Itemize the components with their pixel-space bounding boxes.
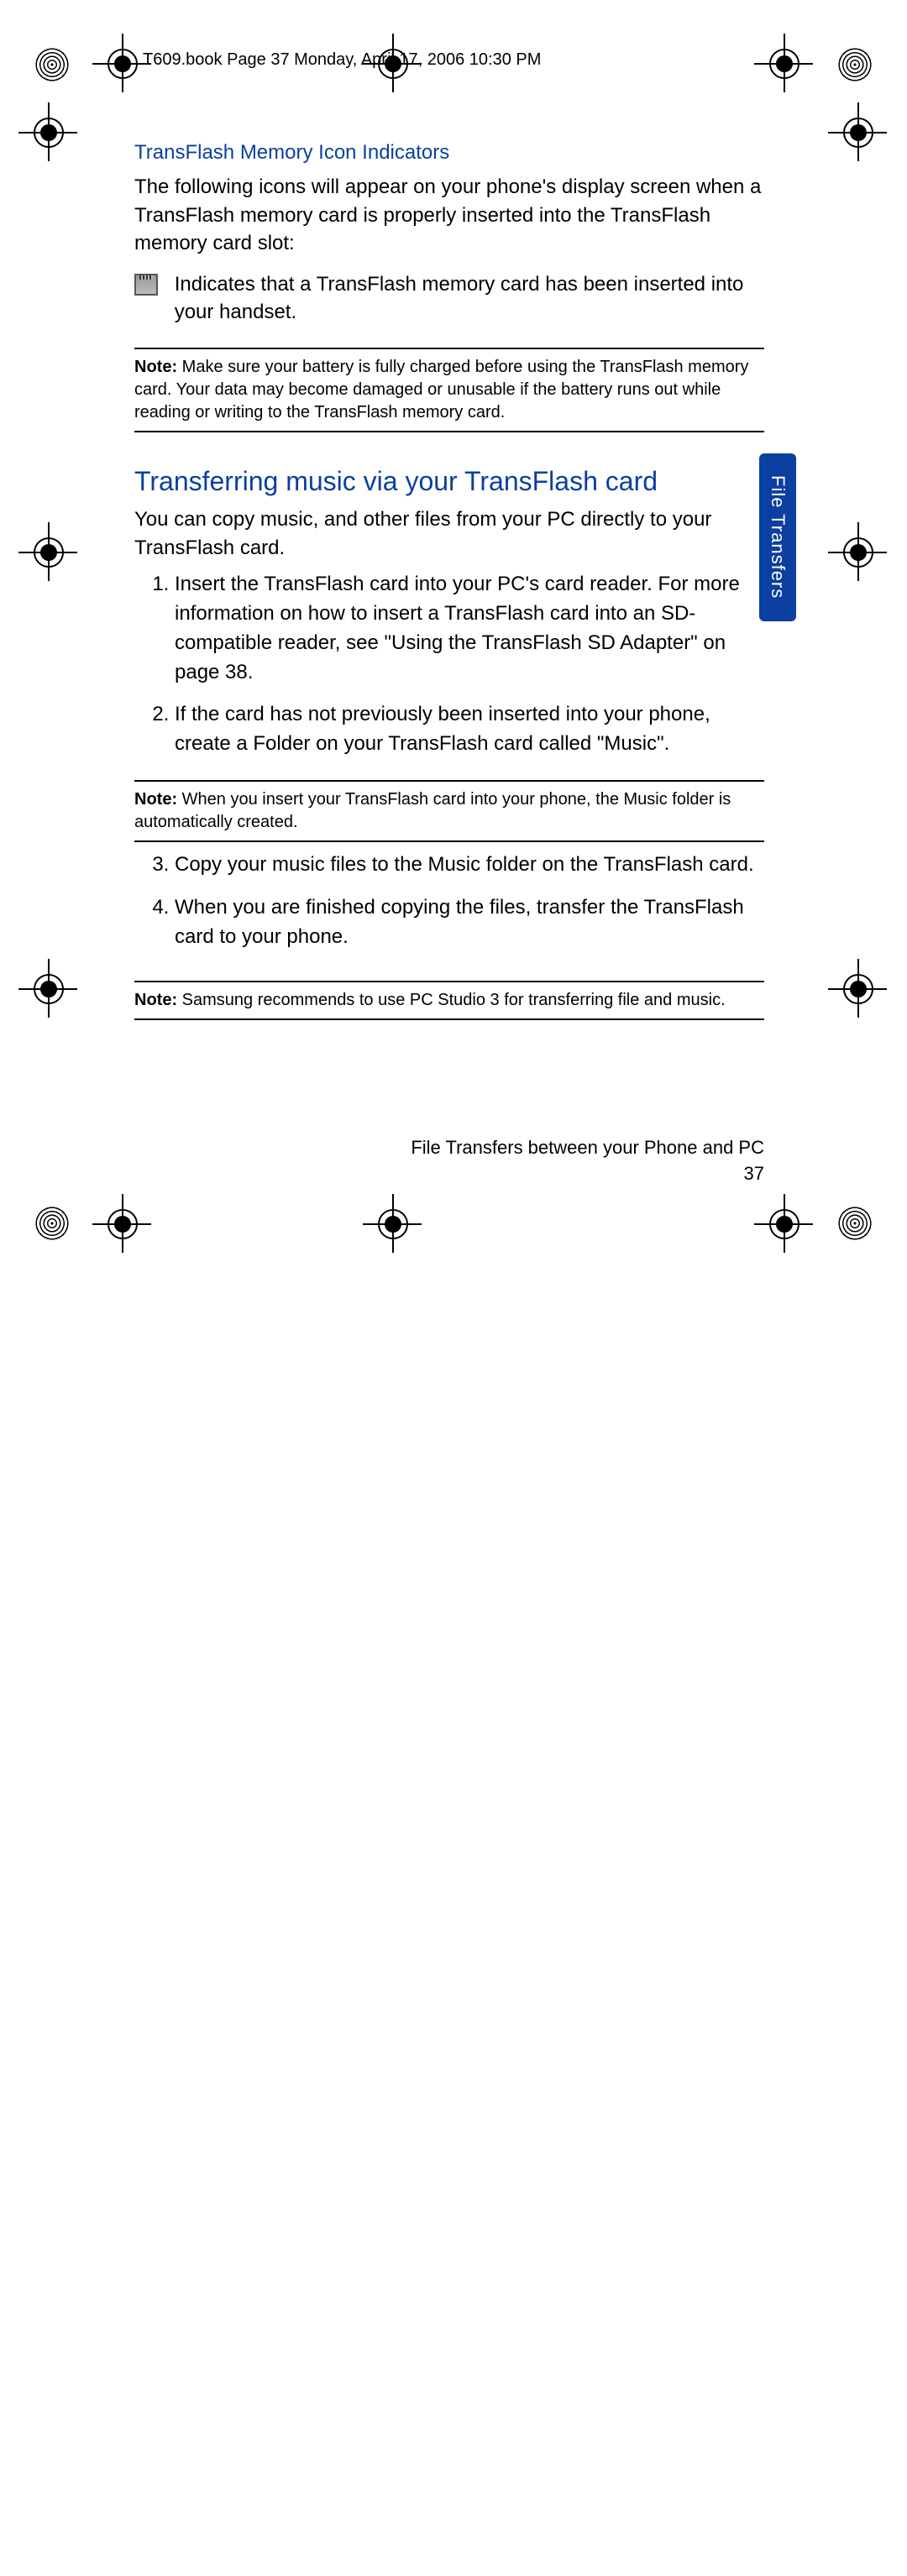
registration-spiral-icon: [836, 1205, 873, 1242]
registration-spiral-icon: [34, 1205, 71, 1242]
section-intro: The following icons will appear on your …: [134, 173, 764, 258]
step-item: Copy your music files to the Music folde…: [175, 851, 764, 880]
note-block: Note: When you insert your TransFlash ca…: [134, 780, 764, 842]
crop-vertical-right: [0, 1288, 1, 2576]
side-tab: File Transfers: [759, 453, 796, 621]
step-item: When you are finished copying the files,…: [175, 893, 764, 952]
crosshair-icon: [843, 537, 873, 568]
note-block: Note: Make sure your battery is fully ch…: [134, 348, 764, 432]
crosshair-icon: [769, 1209, 800, 1239]
footer-line: File Transfers between your Phone and PC: [134, 1135, 764, 1161]
memory-card-icon: [134, 274, 158, 296]
document-header-line: T609.book Page 37 Monday, April 17, 2006…: [143, 50, 764, 70]
crosshair-icon: [843, 118, 873, 148]
page-number: 37: [134, 1161, 764, 1187]
registration-spiral-icon: [836, 46, 873, 83]
page-footer: File Transfers between your Phone and PC…: [134, 1135, 764, 1187]
section-intro: You can copy music, and other files from…: [134, 505, 764, 562]
crosshair-icon: [34, 118, 64, 148]
crosshair-icon: [34, 537, 64, 568]
section-heading: Transferring music via your TransFlash c…: [134, 466, 764, 497]
step-item: If the card has not previously been inse…: [175, 700, 764, 759]
crop-vertical-left: [0, 0, 1, 1288]
note-text: When you insert your TransFlash card int…: [134, 790, 731, 831]
note-label: Note:: [134, 991, 177, 1009]
step-item: Insert the TransFlash card into your PC'…: [175, 570, 764, 687]
note-text: Make sure your battery is fully charged …: [134, 358, 748, 421]
crosshair-icon: [107, 49, 138, 79]
crosshair-icon: [107, 1209, 138, 1239]
note-label: Note:: [134, 358, 177, 376]
note-text: Samsung recommends to use PC Studio 3 fo…: [177, 991, 726, 1009]
crosshair-icon: [769, 49, 800, 79]
steps-list: Insert the TransFlash card into your PC'…: [134, 570, 764, 759]
crosshair-icon: [843, 974, 873, 1004]
subsection-heading: TransFlash Memory Icon Indicators: [134, 141, 764, 165]
note-label: Note:: [134, 790, 177, 809]
crosshair-icon: [34, 974, 64, 1004]
registration-spiral-icon: [34, 46, 71, 83]
icon-description: Indicates that a TransFlash memory card …: [175, 270, 764, 327]
steps-list: Copy your music files to the Music folde…: [134, 851, 764, 951]
note-block: Note: Samsung recommends to use PC Studi…: [134, 981, 764, 1020]
